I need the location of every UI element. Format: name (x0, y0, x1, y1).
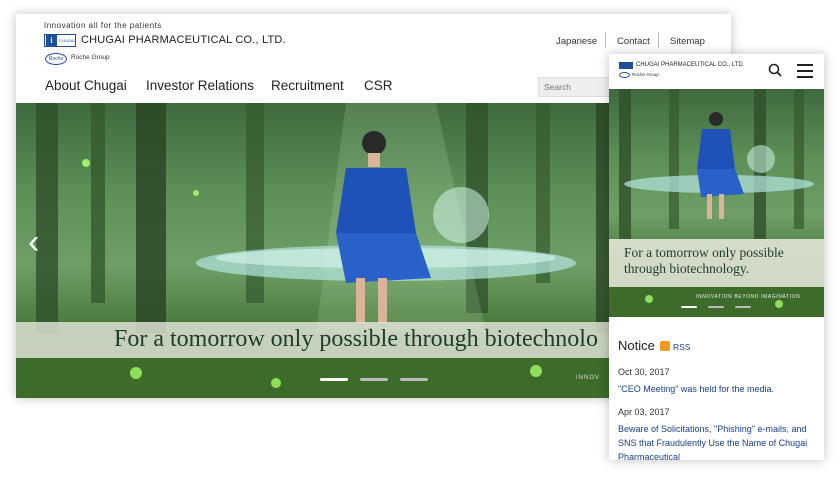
prev-arrow-icon[interactable]: ‹ (28, 223, 39, 262)
divider (605, 32, 606, 48)
mobile-window: CHUGAI PHARMACEUTICAL CO., LTD. Roche Gr… (609, 54, 824, 460)
carousel-dot[interactable] (735, 306, 751, 308)
mobile-hero-carousel[interactable]: For a tomorrow only possible through bio… (609, 89, 824, 317)
notice-date: Oct 30, 2017 (618, 367, 670, 377)
roche-group-label: Roche Group (632, 72, 659, 77)
chugai-logo-icon[interactable] (619, 62, 633, 69)
hero-corner-text: INNOV (576, 375, 601, 381)
notice-date: Apr 03, 2017 (618, 407, 670, 417)
link-contact[interactable]: Contact (617, 36, 650, 47)
carousel-dot[interactable] (360, 378, 388, 381)
rss-link[interactable]: RSS (673, 342, 690, 352)
logo-small-text: CHUGAI (59, 38, 75, 43)
nav-about[interactable]: About Chugai (45, 78, 127, 93)
rss-icon[interactable] (660, 341, 670, 351)
search-input[interactable] (538, 77, 613, 97)
carousel-dot[interactable] (708, 306, 724, 308)
link-japanese[interactable]: Japanese (556, 36, 597, 47)
roche-logo-icon (619, 72, 630, 78)
notice-link[interactable]: "CEO Meeting" was held for the media. (618, 382, 818, 396)
hamburger-menu-icon[interactable] (797, 64, 813, 82)
nav-recruitment[interactable]: Recruitment (271, 78, 344, 93)
hero-banner-text: For a tomorrow only possible through bio… (624, 245, 784, 276)
roche-group-label: Roche Group (71, 54, 110, 61)
divider (658, 32, 659, 48)
roche-logo-icon: Roche (45, 53, 67, 65)
hero-tagline: INNOVATION BEYOND IMAGINATION (696, 294, 801, 300)
nav-csr[interactable]: CSR (364, 78, 393, 93)
link-sitemap[interactable]: Sitemap (670, 36, 705, 47)
nav-investor-relations[interactable]: Investor Relations (146, 78, 254, 93)
company-name[interactable]: CHUGAI PHARMACEUTICAL CO., LTD. (81, 34, 286, 46)
notice-link[interactable]: Beware of Solicitations, "Phishing" e-ma… (618, 422, 818, 460)
carousel-dot-active[interactable] (320, 378, 348, 381)
carousel-dot-active[interactable] (681, 306, 697, 308)
search-icon[interactable] (768, 63, 782, 77)
chugai-logo-icon[interactable]: i CHUGAI (44, 34, 76, 47)
tagline: Innovation all for the patients (44, 21, 162, 30)
hero-banner-text: For a tomorrow only possible through bio… (114, 326, 598, 352)
notice-heading: Notice (618, 338, 655, 353)
company-name[interactable]: CHUGAI PHARMACEUTICAL CO., LTD. (636, 62, 744, 68)
carousel-dot[interactable] (400, 378, 428, 381)
